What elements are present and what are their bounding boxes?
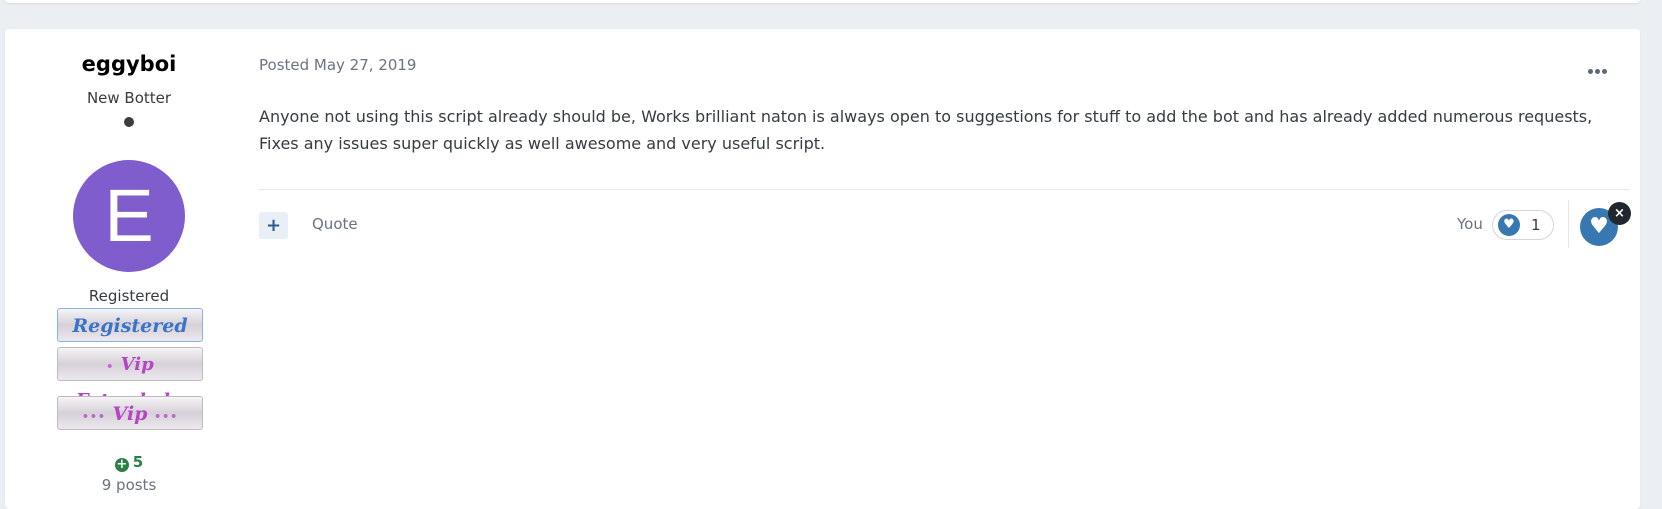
ellipsis-icon[interactable]: [1588, 59, 1610, 74]
divider: [1568, 200, 1569, 248]
reaction-summary[interactable]: ♥ 1: [1492, 210, 1554, 240]
author-group: Registered: [88, 287, 170, 305]
reaction-you-label[interactable]: You: [1457, 215, 1483, 233]
divider: [259, 189, 1629, 190]
quote-button[interactable]: Quote: [312, 215, 358, 233]
heart-icon: ♥: [1498, 214, 1520, 236]
previous-post-card: [5, 0, 1640, 3]
author-rank: New Botter: [86, 89, 172, 107]
author-name[interactable]: eggyboi: [5, 52, 253, 76]
post-date[interactable]: Posted May 27, 2019: [259, 56, 416, 74]
heart-icon: ♥: [1589, 214, 1609, 239]
status-dot-icon: [124, 117, 134, 127]
badge-vip: ••• Vip •••: [57, 396, 203, 430]
reputation-badge[interactable]: +5: [5, 453, 253, 472]
post-count: 9 posts: [101, 476, 157, 494]
avatar[interactable]: E: [73, 160, 185, 272]
multiquote-button[interactable]: +: [259, 212, 288, 239]
badge-registered: Registered: [57, 308, 203, 342]
reaction-count: 1: [1531, 216, 1541, 234]
badge-vip-extended: • Vip Extended •: [57, 347, 203, 411]
post-content: Anyone not using this script already sho…: [259, 107, 1593, 153]
forum-post: eggyboi New Botter E Registered Register…: [5, 29, 1640, 509]
close-icon[interactable]: ×: [1608, 202, 1631, 225]
plus-circle-icon: +: [114, 457, 129, 472]
